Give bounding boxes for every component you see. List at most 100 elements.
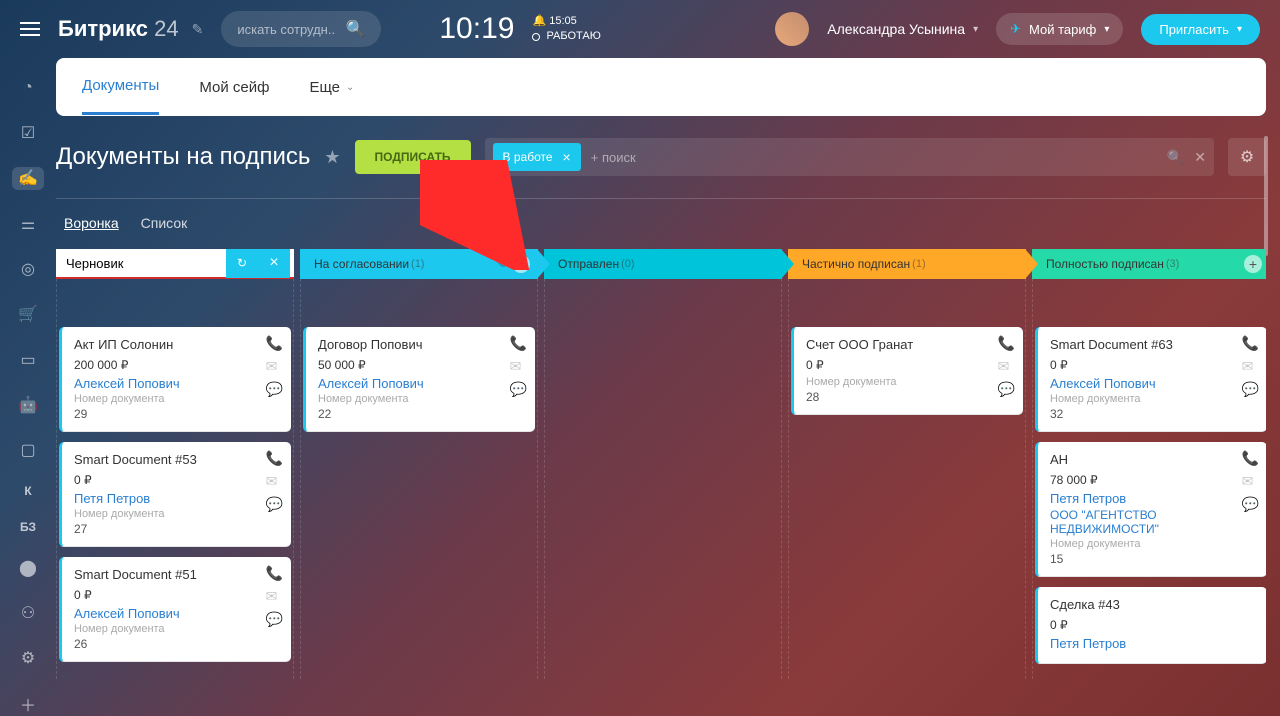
sidebar-item-filter[interactable]: ⚌ xyxy=(12,212,44,235)
column-header-partial[interactable]: Частично подписан (1) xyxy=(788,249,1026,279)
card-person[interactable]: Петя Петров xyxy=(1050,636,1255,651)
column-header-sent[interactable]: Отправлен (0) xyxy=(544,249,782,279)
global-search[interactable]: 🔍 xyxy=(221,11,381,47)
filter-bar[interactable]: В работе× 🔍 ✕ xyxy=(485,138,1214,176)
column-close-button[interactable]: × xyxy=(258,249,290,278)
column-header-draft[interactable]: ↻ × xyxy=(56,249,294,279)
card-person[interactable]: Алексей Попович xyxy=(74,376,279,391)
mail-icon[interactable]: ✉ xyxy=(266,588,283,605)
card-docnum: 27 xyxy=(74,522,279,536)
chat-icon[interactable]: 💬 xyxy=(998,381,1015,398)
phone-icon[interactable]: 📞 xyxy=(266,450,283,467)
column-header-full[interactable]: Полностью подписан (3) + xyxy=(1032,249,1266,279)
card[interactable]: 📞✉💬 Smart Document #51 0 ₽ Алексей Попов… xyxy=(59,557,291,662)
view-list[interactable]: Список xyxy=(141,215,188,235)
sidebar-item-tasks[interactable]: ☑ xyxy=(12,121,44,144)
column-sent: Отправлен (0) xyxy=(544,249,782,679)
sidebar-item-check[interactable]: ⬤ xyxy=(12,556,44,579)
sign-button[interactable]: ПОДПИСАТЬ xyxy=(355,140,471,174)
pencil-icon[interactable]: ✎ xyxy=(497,258,506,271)
card[interactable]: 📞✉💬 Smart Document #53 0 ₽ Петя Петров Н… xyxy=(59,442,291,547)
add-card-button[interactable]: + xyxy=(1244,255,1262,273)
card-price: 0 ₽ xyxy=(806,358,1011,372)
card-label: Номер документа xyxy=(1050,538,1255,550)
phone-icon[interactable]: 📞 xyxy=(998,335,1015,352)
card-label: Номер документа xyxy=(74,508,279,520)
chat-icon[interactable]: 💬 xyxy=(266,496,283,513)
sidebar-item-android[interactable]: 🤖 xyxy=(12,393,44,416)
mail-icon[interactable]: ✉ xyxy=(266,358,283,375)
sidebar-item-tree[interactable]: ⚇ xyxy=(12,601,44,624)
user-menu[interactable]: Александра Усынина▾ xyxy=(827,21,978,37)
card[interactable]: 📞✉💬 Акт ИП Солонин 200 000 ₽ Алексей Поп… xyxy=(59,327,291,432)
card-docnum: 22 xyxy=(318,407,523,421)
mail-icon[interactable]: ✉ xyxy=(998,358,1015,375)
card-person[interactable]: Алексей Попович xyxy=(318,376,523,391)
card-person[interactable]: Петя Петров xyxy=(1050,491,1255,506)
invite-button[interactable]: Пригласить▾ xyxy=(1141,14,1260,45)
card[interactable]: 📞✉💬 Счет ООО Гранат 0 ₽ Номер документа … xyxy=(791,327,1023,415)
card-person[interactable]: Алексей Попович xyxy=(74,606,279,621)
chat-icon[interactable]: 💬 xyxy=(1242,496,1259,513)
card[interactable]: 📞✉💬 Smart Document #63 0 ₽ Алексей Попов… xyxy=(1035,327,1266,432)
clock: 10:19 xyxy=(439,12,514,46)
phone-icon[interactable]: 📞 xyxy=(510,335,527,352)
column-name-input[interactable] xyxy=(56,249,226,277)
phone-icon[interactable]: 📞 xyxy=(266,335,283,352)
sidebar-item-k[interactable]: К xyxy=(24,484,31,498)
filter-chip-remove[interactable]: × xyxy=(563,149,571,165)
add-card-button[interactable]: + xyxy=(512,255,530,273)
card-person[interactable]: Алексей Попович xyxy=(1050,376,1255,391)
phone-icon[interactable]: 📞 xyxy=(266,565,283,582)
card-company[interactable]: ООО "АГЕНТСТВО НЕДВИЖИМОСТИ" xyxy=(1050,508,1255,536)
phone-icon[interactable]: 📞 xyxy=(1242,450,1259,467)
clear-filter-icon[interactable]: ✕ xyxy=(1194,149,1206,166)
filter-chip[interactable]: В работе× xyxy=(493,143,581,171)
main: Документы Мой сейф Еще⌄ Документы на под… xyxy=(56,58,1266,716)
sidebar-item-add[interactable]: ＋ xyxy=(12,692,44,716)
avatar[interactable] xyxy=(775,12,809,46)
sidebar-item-settings[interactable]: ⚙ xyxy=(12,647,44,670)
column-title: Полностью подписан xyxy=(1046,257,1164,271)
sidebar-item-feed[interactable]: ◔ xyxy=(12,76,44,99)
column-header-approval[interactable]: На согласовании (1) ✎ + xyxy=(300,249,538,279)
mail-icon[interactable]: ✉ xyxy=(1242,473,1259,490)
tab-documents[interactable]: Документы xyxy=(82,59,159,115)
card-label: Номер документа xyxy=(1050,393,1255,405)
view-funnel[interactable]: Воронка xyxy=(64,215,119,235)
mail-icon[interactable]: ✉ xyxy=(510,358,527,375)
pencil-icon[interactable]: ✎ xyxy=(192,21,204,38)
card-title: Счет ООО Гранат xyxy=(806,337,1011,352)
tab-safe[interactable]: Мой сейф xyxy=(199,61,269,114)
chat-icon[interactable]: 💬 xyxy=(1242,381,1259,398)
sidebar-item-shop[interactable]: 🛒 xyxy=(12,303,44,326)
filter-input[interactable] xyxy=(591,150,1157,165)
settings-button[interactable]: ⚙ xyxy=(1228,138,1266,176)
mail-icon[interactable]: ✉ xyxy=(1242,358,1259,375)
card-title: Smart Document #63 xyxy=(1050,337,1255,352)
mail-icon[interactable]: ✉ xyxy=(266,473,283,490)
phone-icon[interactable]: 📞 xyxy=(1242,335,1259,352)
card-person[interactable]: Петя Петров xyxy=(74,491,279,506)
search-icon[interactable]: 🔍 xyxy=(1167,149,1184,166)
sidebar-item-sign[interactable]: ✍ xyxy=(12,167,44,190)
chat-icon[interactable]: 💬 xyxy=(510,381,527,398)
sidebar-item-bz[interactable]: БЗ xyxy=(20,520,36,534)
tab-more[interactable]: Еще⌄ xyxy=(309,61,354,114)
card[interactable]: 📞✉💬 АН 78 000 ₽ Петя Петров ООО "АГЕНТСТ… xyxy=(1035,442,1266,577)
card[interactable]: Сделка #43 0 ₽ Петя Петров xyxy=(1035,587,1266,664)
sidebar-item-contacts[interactable]: ▭ xyxy=(12,348,44,371)
global-search-input[interactable] xyxy=(237,22,335,37)
star-icon[interactable]: ★ xyxy=(324,147,340,168)
column-refresh-button[interactable]: ↻ xyxy=(226,249,258,278)
sidebar-item-box[interactable]: ▢ xyxy=(12,439,44,462)
chat-icon[interactable]: 💬 xyxy=(266,381,283,398)
tariff-button[interactable]: ✈Мой тариф▾ xyxy=(996,13,1123,45)
chat-icon[interactable]: 💬 xyxy=(266,611,283,628)
card-price: 78 000 ₽ xyxy=(1050,473,1255,487)
menu-toggle[interactable] xyxy=(20,22,40,36)
card[interactable]: 📞✉💬 Договор Попович 50 000 ₽ Алексей Поп… xyxy=(303,327,535,432)
section-tabs: Документы Мой сейф Еще⌄ xyxy=(56,58,1266,116)
logo[interactable]: Битрикс 24 xyxy=(58,16,179,42)
sidebar-item-target[interactable]: ◎ xyxy=(12,257,44,280)
